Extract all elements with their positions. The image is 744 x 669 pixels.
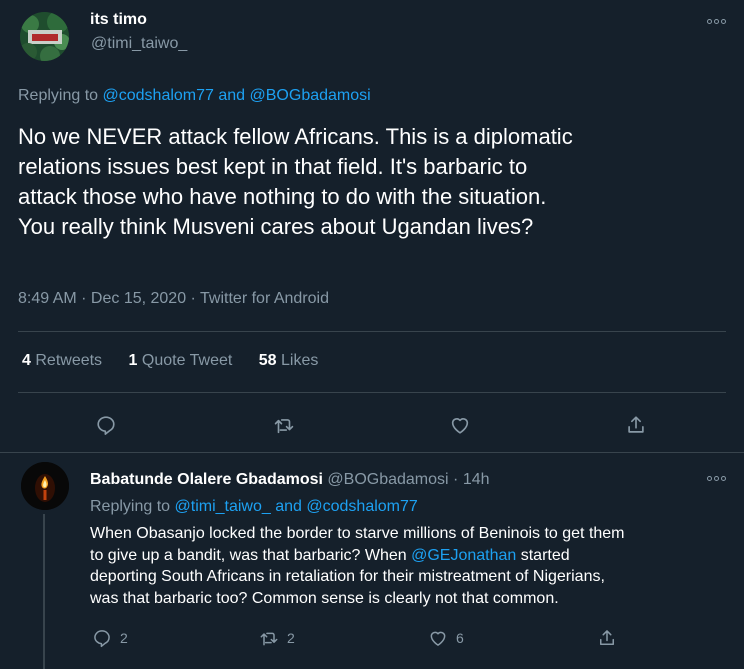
like-count: 6 [456,630,464,646]
reply-line: deporting South Africans in retaliation … [90,568,605,585]
tweet-text: No we NEVER attack fellow Africans. This… [18,124,573,239]
quotes-count: 1 [128,352,138,369]
divider [18,331,726,332]
tweet-timestamp[interactable]: 8:49 AM · Dec 15, 2020 · Twitter for And… [18,290,329,308]
mention-link[interactable]: @GEJonathan [411,547,516,564]
retweets-stat[interactable]: 4 Retweets [22,352,102,370]
like-icon [430,631,446,646]
replying-to: Replying to @codshalom77 and @BOGbadamos… [18,87,371,105]
reply-text: When Obasanjo locked the border to starv… [90,523,730,609]
reply-count: 2 [120,630,128,646]
reply-time[interactable]: · 14h [449,471,489,488]
replying-and[interactable]: and [271,498,307,515]
reply-author-handle[interactable]: @BOGbadamosi [327,471,448,488]
author-avatar[interactable] [20,12,69,61]
reply-replying-to: Replying to @timi_taiwo_ and @codshalom7… [90,498,418,516]
replying-prefix: Replying to [18,87,103,104]
retweet-icon [260,632,278,646]
retweet-count: 2 [287,630,295,646]
reply-header: Babatunde Olalere Gbadamosi @BOGbadamosi… [90,471,490,489]
mention-link[interactable]: @codshalom77 [306,498,417,515]
replying-and[interactable]: and [214,87,250,104]
share-icon[interactable] [620,409,652,441]
candle-icon [21,462,69,510]
reply-reply-button[interactable]: 2 [92,628,128,648]
author-handle[interactable]: @timi_taiwo_ [91,35,187,53]
share-icon [600,630,614,645]
reply-line: to give up a bandit, was that barbaric? … [90,545,730,567]
tweet-separator [0,452,744,453]
reply-icon [94,630,110,648]
mention-link[interactable]: @codshalom77 [103,87,214,104]
divider [18,392,726,393]
reply-like-button[interactable]: 6 [428,628,464,648]
avatar-image [20,12,69,61]
reply-line: When Obasanjo locked the border to starv… [90,525,625,542]
likes-count: 58 [258,352,277,369]
reply-line-text: started [516,546,570,564]
reply-author-name[interactable]: Babatunde Olalere Gbadamosi [90,471,323,488]
reply-more-options-icon[interactable] [704,471,728,485]
mention-link[interactable]: @timi_taiwo_ [175,498,271,515]
likes-label: Likes [281,352,319,369]
mention-link[interactable]: @BOGbadamosi [250,87,371,104]
author-name[interactable]: its timo [90,11,147,29]
more-options-icon[interactable] [704,14,728,28]
reply-retweet-button[interactable]: 2 [259,628,295,648]
retweets-count: 4 [22,352,31,369]
reply-author-avatar[interactable] [21,462,69,510]
retweets-label: Retweets [35,352,103,369]
reply-line: was that barbaric too? Common sense is c… [90,589,559,607]
thread-line [43,514,45,669]
reply-share-button[interactable] [597,628,617,648]
likes-stat[interactable]: 58 Likes [259,352,319,370]
reply-line-text: to give up a bandit, was that barbaric? … [90,546,412,564]
quote-tweets-stat[interactable]: 1 Quote Tweet [129,352,233,370]
replying-prefix: Replying to [90,498,175,515]
reply-icon[interactable] [90,409,122,441]
main-tweet: its timo @timi_taiwo_ Replying to @codsh… [0,0,744,459]
retweet-icon[interactable] [268,409,300,441]
tweet-stats: 4 Retweets 1 Quote Tweet 58 Likes [22,352,340,370]
quotes-label: Quote Tweet [141,352,233,369]
like-icon[interactable] [444,409,476,441]
